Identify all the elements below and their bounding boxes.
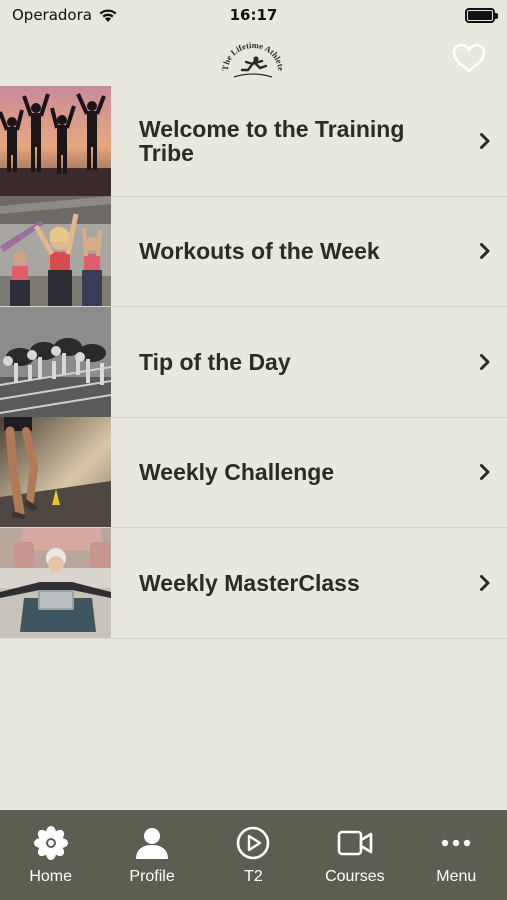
list-item-tip[interactable]: Tip of the Day (0, 306, 507, 418)
battery-icon (465, 7, 498, 23)
list-item-workouts[interactable]: Workouts of the Week (0, 196, 507, 307)
thumbnail-sprinters (0, 306, 111, 417)
heart-icon (452, 43, 486, 73)
thumbnail-senior-laptop (0, 527, 111, 638)
wifi-icon (99, 8, 117, 22)
chevron-right-icon (463, 132, 507, 150)
header: The Lifetime Athlete (0, 30, 507, 86)
list-item-label: Weekly MasterClass (139, 569, 360, 596)
svg-text:The Lifetime Athlete: The Lifetime Athlete (220, 40, 286, 71)
tab-label: T2 (244, 868, 263, 885)
more-dots-icon (441, 826, 471, 860)
tab-label: Courses (325, 868, 385, 885)
chevron-right-icon (463, 242, 507, 260)
list-item-welcome[interactable]: Welcome to the Training Tribe (0, 85, 507, 197)
tab-label: Menu (436, 868, 477, 885)
chevron-right-icon (463, 574, 507, 592)
play-circle-icon (236, 826, 270, 860)
carrier-name: Operadora (12, 6, 92, 24)
chevron-right-icon (463, 463, 507, 481)
tab-profile[interactable]: Profile (104, 826, 200, 886)
tab-label: Home (29, 868, 73, 885)
thumbnail-band-workout (0, 196, 111, 307)
status-bar: Operadora 16:17 (0, 0, 507, 30)
list-item-label: Welcome to the Training Tribe (139, 115, 405, 166)
app-logo: The Lifetime Athlete (220, 40, 286, 78)
chevron-right-icon (463, 353, 507, 371)
tab-menu[interactable]: Menu (408, 826, 504, 886)
favorites-button[interactable] (449, 40, 489, 76)
tab-home[interactable]: Home (3, 826, 99, 886)
thumbnail-runner-legs (0, 417, 111, 528)
person-icon (135, 826, 169, 860)
list-item-masterclass[interactable]: Weekly MasterClass (0, 527, 507, 639)
list-item-label: Weekly Challenge (139, 459, 335, 486)
list-item-label: Workouts of the Week (139, 238, 380, 265)
tab-t2[interactable]: T2 (205, 826, 301, 886)
list-item-challenge[interactable]: Weekly Challenge (0, 417, 507, 528)
tab-bar: Home Profile T2 Courses Menu (0, 810, 507, 900)
tab-label: Profile (129, 868, 175, 885)
video-camera-icon (337, 826, 373, 860)
status-left: Operadora (12, 6, 118, 24)
tab-courses[interactable]: Courses (307, 826, 403, 886)
list-item-label: Tip of the Day (139, 348, 291, 375)
content-list: Welcome to the Training Tribe Workouts o… (0, 85, 507, 639)
thumbnail-silhouettes-sunset (0, 85, 111, 196)
battery-level (468, 10, 492, 20)
flower-icon (33, 826, 68, 860)
